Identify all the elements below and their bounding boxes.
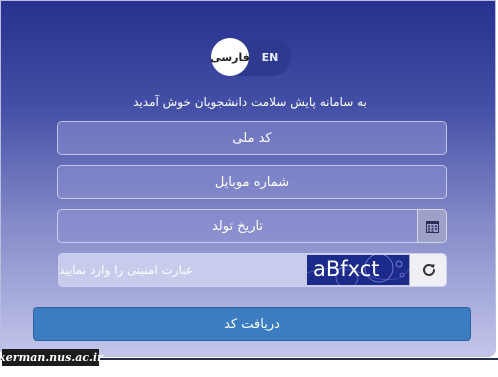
birthdate-field[interactable]: تاریخ تولد (57, 209, 418, 243)
language-toggle[interactable]: فارسی EN (210, 38, 291, 76)
login-panel: فارسی EN به سامانه پایش سلامت دانشجویان … (0, 0, 496, 357)
birthdate-placeholder: تاریخ تولد (211, 218, 264, 234)
get-code-button[interactable]: دریافت کد (33, 307, 471, 341)
captcha-image: aBfxct (307, 255, 409, 285)
language-option-fa[interactable]: فارسی (210, 38, 250, 76)
captcha-code: aBfxct (313, 257, 380, 281)
national-id-placeholder: کد ملی (232, 130, 272, 146)
calendar-button[interactable] (417, 209, 447, 243)
captcha-row: عبارت امنیتی را وارد نمایید aBfxct (58, 253, 447, 287)
calendar-icon (425, 220, 439, 233)
national-id-field[interactable]: کد ملی (57, 121, 447, 155)
captcha-refresh-button[interactable] (409, 254, 446, 286)
mobile-placeholder: شماره موبایل (214, 174, 290, 190)
captcha-input[interactable]: عبارت امنیتی را وارد نمایید (59, 254, 307, 286)
mobile-field[interactable]: شماره موبایل (57, 165, 447, 199)
welcome-text: به سامانه پایش سلامت دانشجویان خوش آمدید (133, 95, 367, 109)
captcha-placeholder: عبارت امنیتی را وارد نمایید (59, 263, 194, 277)
language-option-en[interactable]: EN (255, 38, 285, 76)
site-watermark: kerman.nus.ac.ir (0, 349, 103, 366)
refresh-icon (423, 263, 435, 276)
